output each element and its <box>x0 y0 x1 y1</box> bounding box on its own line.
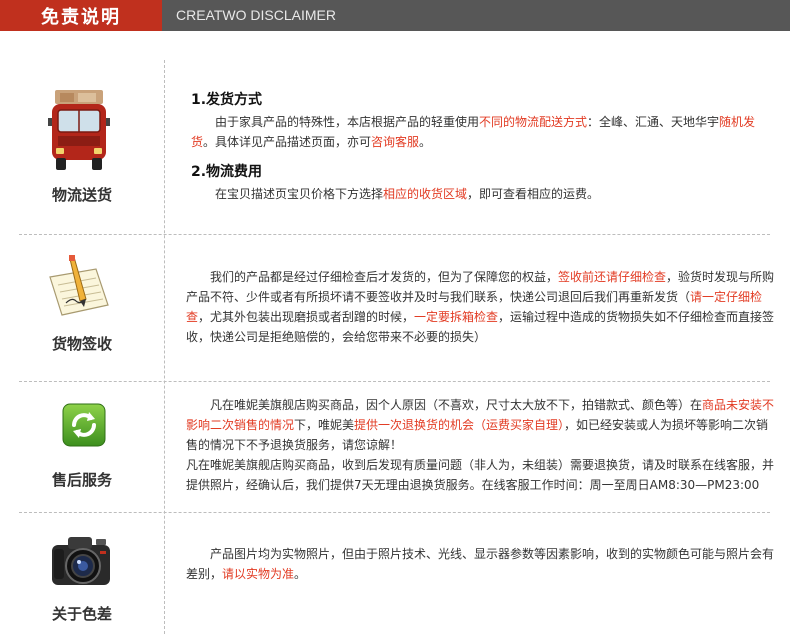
truck-icon <box>48 88 112 170</box>
text-run: 凡在唯妮美旗舰店购买商品，因个人原因（不喜欢，尺寸太大放不下，拍错款式、颜色等）… <box>210 398 703 412</box>
paragraph: 凡在唯妮美旗舰店购买商品，因个人原因（不喜欢，尺寸太大放不下，拍错款式、颜色等）… <box>186 395 776 455</box>
section-label: 货物签收 <box>51 335 112 353</box>
section-label: 关于色差 <box>51 605 112 623</box>
sign-document-icon <box>44 255 109 323</box>
section-divider <box>19 381 770 382</box>
highlight-text: 请以实物为准 <box>222 567 295 581</box>
header-title: 免责说明 <box>0 0 162 31</box>
text-run: 凡在唯妮美旗舰店购买商品，收到后发现有质量问题（非人为，未组装）需要退换货，请及… <box>186 458 775 492</box>
section-body: 我们的产品都是经过仔细检查后才发货的，但为了保障您的权益，签收前还请仔细检查，验… <box>186 267 776 347</box>
section-heading: 1.发货方式 <box>191 92 263 108</box>
text-run: 。具体详见产品描述页面，亦可 <box>203 135 372 149</box>
section-body: 凡在唯妮美旗舰店购买商品，因个人原因（不喜欢，尺寸太大放不下，拍错款式、颜色等）… <box>186 395 776 495</box>
camera-icon <box>50 533 112 589</box>
highlight-text: 相应的收货区域 <box>383 187 468 201</box>
header-bar: 免责说明 CREATWO DISCLAIMER <box>0 0 790 31</box>
text-run: 在宝贝描述页宝贝价格下方选择 <box>215 187 384 201</box>
refresh-icon <box>62 403 106 447</box>
paragraph: 在宝贝描述页宝贝价格下方选择相应的收货区域，即可查看相应的运费。 <box>191 184 771 204</box>
section-divider <box>19 512 770 513</box>
section-divider <box>19 234 770 235</box>
section-body: 产品图片均为实物照片，但由于照片技术、光线、显示器参数等因素影响，收到的实物颜色… <box>186 544 776 584</box>
header-subtitle: CREATWO DISCLAIMER <box>176 7 336 23</box>
section-label: 售后服务 <box>51 471 112 489</box>
text-run: 。 <box>294 567 307 581</box>
section-body: 1.发货方式 由于家具产品的特殊性，本店根据产品的轻重使用不同的物流配送方式：全… <box>191 90 771 204</box>
text-run: ，即可查看相应的运费。 <box>467 187 600 201</box>
text-run: 我们的产品都是经过仔细检查后才发货的，但为了保障您的权益， <box>210 270 559 284</box>
text-run: ：全峰、汇通、天地华宇 <box>587 115 720 129</box>
highlight-text: 签收前还请仔细检查 <box>558 270 667 284</box>
highlight-text: 提供一次退换货的机会（运费买家自理） <box>354 418 565 432</box>
paragraph: 由于家具产品的特殊性，本店根据产品的轻重使用不同的物流配送方式：全峰、汇通、天地… <box>191 112 771 152</box>
paragraph: 产品图片均为实物照片，但由于照片技术、光线、显示器参数等因素影响，收到的实物颜色… <box>186 544 776 584</box>
text-run: ，尤其外包装出现磨损或者刮蹭的时候， <box>198 310 415 324</box>
section-heading: 2.物流费用 <box>191 164 263 180</box>
text-run: 由于家具产品的特殊性，本店根据产品的轻重使用 <box>215 115 480 129</box>
highlight-text: 一定要拆箱检查 <box>414 310 499 324</box>
paragraph: 凡在唯妮美旗舰店购买商品，收到后发现有质量问题（非人为，未组装）需要退换货，请及… <box>186 455 776 495</box>
highlight-text: 不同的物流配送方式 <box>479 115 588 129</box>
highlight-text: 咨询客服 <box>371 135 420 149</box>
text-run: 下，唯妮美 <box>294 418 355 432</box>
section-label: 物流送货 <box>51 186 112 204</box>
vertical-divider <box>164 60 165 634</box>
paragraph: 我们的产品都是经过仔细检查后才发货的，但为了保障您的权益，签收前还请仔细检查，验… <box>186 267 776 347</box>
text-run: 。 <box>419 135 432 149</box>
